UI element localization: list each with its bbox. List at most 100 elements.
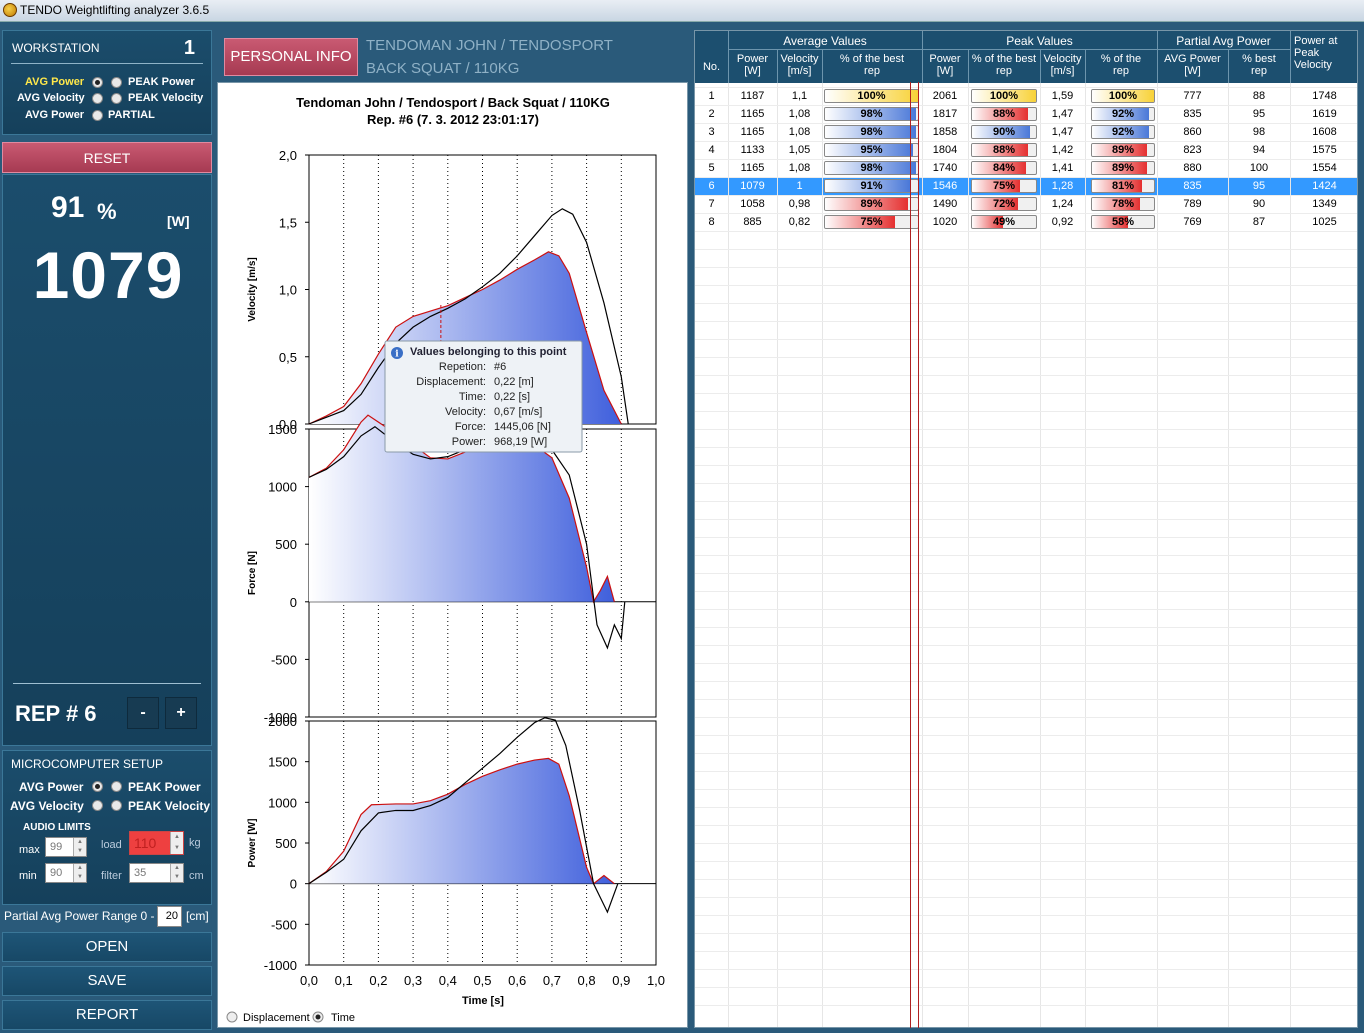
max-stepper[interactable]: 99 ▲ ▼ [45,837,87,857]
unit-label: [W] [167,213,190,229]
table-cell: 1817 [932,108,958,120]
grid-row [695,663,1357,664]
personal-info-button[interactable]: PERSONAL INFO [224,38,358,76]
percent-bar: 100% [824,89,919,103]
percent-bar: 78% [1091,197,1155,211]
spin-arrows-icon[interactable]: ▲ ▼ [170,832,183,854]
table-cell: 880 [1183,162,1202,174]
column-header: Velocity [m/s] [1043,53,1082,77]
percent-bar: 88% [971,107,1037,121]
divider [11,63,203,64]
tooltip-row-value: #6 [494,361,506,373]
header-divider [968,49,969,83]
grid-row [695,699,1357,700]
rep-increment-button[interactable]: + [165,697,197,729]
tooltip-row-value: 968,19 [W] [494,436,547,448]
table-cell: 1546 [932,180,958,192]
grid-row [695,753,1357,754]
grid-row [695,303,1357,304]
y-tick-label: 0,5 [279,350,297,365]
grid-row [695,807,1357,808]
filter-stepper[interactable]: 35 ▲ ▼ [129,863,184,883]
table-row[interactable]: 3 1165 1,08 98% 1858 90% 1,47 92% 860 98 1608 [695,123,1357,141]
mc-avg-velocity-radio[interactable] [92,800,103,811]
percent-bar-label: 89% [860,198,883,210]
table-row[interactable]: 6 1079 1 91% 1546 75% 1,28 81% 835 95 1424 [695,177,1357,195]
spin-arrows-icon[interactable]: ▲ ▼ [73,864,86,882]
ws-option-peak-power-label: PEAK Power [128,76,195,88]
column-header: Power at Peak Velocity [1294,35,1338,71]
grid-row [695,933,1357,934]
x-tick-label: 0,9 [612,973,630,988]
grid-row [695,843,1357,844]
mc-peak-velocity-radio[interactable] [111,800,122,811]
grid-row [695,645,1357,646]
table-cell: 1748 [1312,90,1337,102]
partial-range-input[interactable]: 20 [157,906,182,927]
table-cell: 1,24 [1051,198,1074,210]
table-row[interactable]: 8 885 0,82 75% 1020 49% 0,92 58% 769 87 1025 [695,213,1357,231]
reset-button[interactable]: RESET [2,142,212,173]
table-cell: 1,42 [1051,144,1074,156]
y-tick-label: 500 [275,537,297,552]
displacement-radio[interactable] [226,1011,238,1023]
ws-partial-radio[interactable] [92,110,103,121]
table-cell: 860 [1183,126,1202,138]
table-cell: 7 [708,198,715,210]
header-divider [1040,49,1041,83]
ws-option-avg-power2-label: AVG Power [25,109,85,121]
table-cell: 789 [1183,198,1202,210]
header-divider [1157,31,1158,83]
x-tick-label: 0,0 [300,973,318,988]
percent-bar: 100% [1091,89,1155,103]
percent-bar: 98% [824,125,919,139]
column-group-header: Partial Avg Power [1176,34,1271,48]
grid-row [695,141,1357,142]
ws-option-avg-power-label: AVG Power [25,76,85,88]
grid-row [695,213,1357,214]
grid-row [695,87,1357,88]
mc-avg-power-radio[interactable] [92,781,103,792]
table-row[interactable]: 2 1165 1,08 98% 1817 88% 1,47 92% 835 95 1619 [695,105,1357,123]
y-tick-label: -1000 [264,958,297,973]
table-cell: 1,08 [788,126,811,138]
spin-arrows-icon[interactable]: ▲ ▼ [73,838,86,856]
percent-bar: 75% [971,179,1037,193]
table-row[interactable]: 1 1187 1,1 100% 2061 100% 1,59 100% 777 88 1748 [695,87,1357,105]
ws-avg-velocity-radio[interactable] [92,93,103,104]
percent-bar: 49% [971,215,1037,229]
column-header: Power [W] [929,53,961,77]
table-row[interactable]: 4 1133 1,05 95% 1804 88% 1,42 89% 823 94 1575 [695,141,1357,159]
percent-bar: 58% [1091,215,1155,229]
ws-avg-power-radio[interactable] [92,77,103,88]
table-row[interactable]: 7 1058 0,98 89% 1490 72% 1,24 78% 789 90 1349 [695,195,1357,213]
table-cell: 1575 [1312,144,1337,156]
mc-peak-power-radio[interactable] [111,781,122,792]
table-row[interactable]: 5 1165 1,08 98% 1740 84% 1,41 89% 880 100 1554 [695,159,1357,177]
percent-bar: 81% [1091,179,1155,193]
report-button[interactable]: REPORT [2,1000,212,1030]
table-cell: 1858 [932,126,958,138]
table-cell: 1,08 [788,108,811,120]
percent-bar-label: 90% [992,126,1016,138]
grid-row [695,249,1357,250]
grid-row [695,231,1357,232]
table-cell: 1,59 [1051,90,1074,102]
grid-row [695,357,1357,358]
min-label: min [19,870,37,882]
value-display-panel: 91 % [W] 1079 REP # 6 - + [2,174,212,746]
min-stepper[interactable]: 90 ▲ ▼ [45,863,87,883]
ws-peak-power-radio[interactable] [111,77,122,88]
percent-bar-label: 88% [992,108,1016,120]
open-button[interactable]: OPEN [2,932,212,962]
spin-arrows-icon[interactable]: ▲ ▼ [170,864,183,882]
grid-row [695,267,1357,268]
grid-row [695,339,1357,340]
rep-decrement-button[interactable]: - [127,697,159,729]
percent-bar: 72% [971,197,1037,211]
load-stepper[interactable]: 110 ▲ ▼ [129,831,184,855]
ws-peak-velocity-radio[interactable] [111,93,122,104]
save-button[interactable]: SAVE [2,966,212,996]
table-cell: 1 [796,180,803,192]
rep-charts[interactable]: Tendoman John / Tendosport / Back Squat … [218,83,689,1029]
